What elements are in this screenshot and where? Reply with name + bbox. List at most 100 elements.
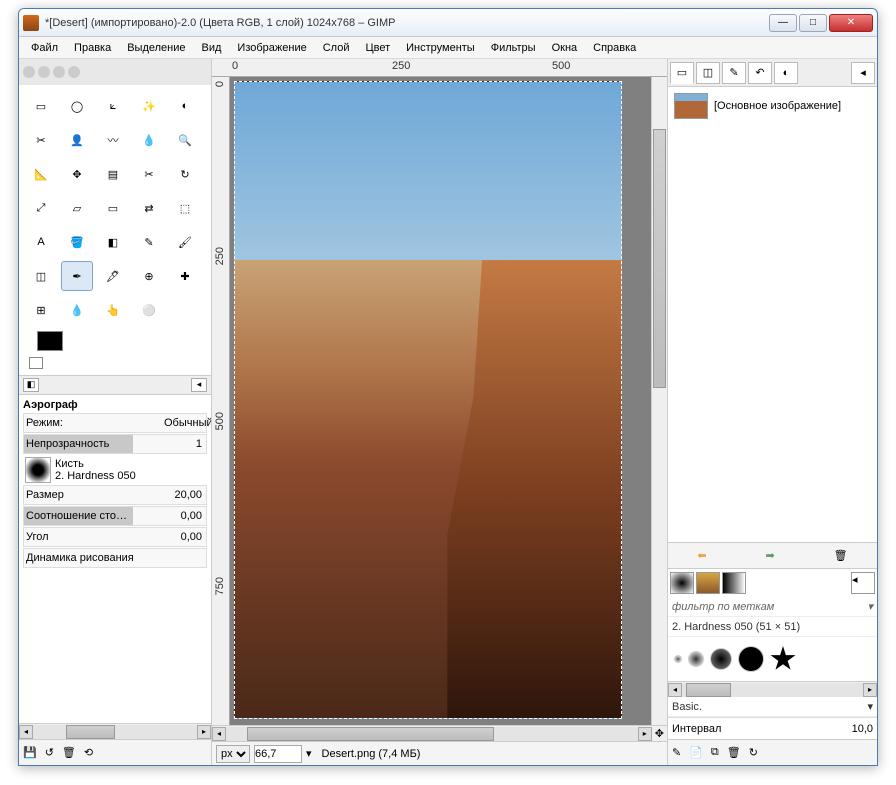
tool-color-picker[interactable]: 💧 [133,125,165,155]
angle-value[interactable]: 0,00 [164,531,206,543]
menu-windows[interactable]: Окна [546,40,584,56]
tool-align[interactable]: ▤ [97,159,129,189]
paths-tab-icon[interactable]: ✎ [722,62,746,84]
layer-name[interactable]: [Основное изображение] [714,100,841,112]
dock-menu-icon[interactable]: ◂ [851,572,875,594]
tool-perspective-clone[interactable]: ⊞ [25,295,57,325]
edit-brush-icon[interactable]: ✎ [672,746,681,759]
canvas-hscroll[interactable]: ◂▸ ✥ [212,725,667,741]
tool-airbrush[interactable]: ✒ [61,261,93,291]
delete-layer-icon[interactable]: 🗑 [834,549,848,562]
interval-value[interactable]: 10,0 [827,723,873,735]
save-preset-icon[interactable]: 💾 [23,746,37,759]
mode-select[interactable]: Обычный [164,417,206,429]
vertical-ruler[interactable]: 0 250 500 750 [212,77,230,725]
brush-item[interactable] [770,646,796,672]
menu-image[interactable]: Изображение [231,40,312,56]
tool-blur[interactable]: 💧 [61,295,93,325]
brush-filter-input[interactable]: фильтр по меткам [672,601,774,613]
histogram-tab-icon[interactable]: ◐ [774,62,798,84]
tool-wand[interactable]: ✨ [133,91,165,121]
channels-tab-icon[interactable]: ◫ [696,62,720,84]
next-layer-icon[interactable]: ➡ [766,549,775,562]
size-value[interactable]: 20,00 [164,489,206,501]
menu-tools[interactable]: Инструменты [400,40,481,56]
menu-select[interactable]: Выделение [121,40,191,56]
tool-ellipse-select[interactable]: ◯ [61,91,93,121]
tool-rotate[interactable]: ↻ [169,159,201,189]
recent-colors[interactable] [19,59,211,85]
navigate-icon[interactable]: ✥ [652,727,667,740]
menu-color[interactable]: Цвет [359,40,396,56]
tool-heal[interactable]: ✚ [169,261,201,291]
tool-cage[interactable]: ⬚ [169,193,201,223]
tool-scissors[interactable]: ✂ [25,125,57,155]
duplicate-brush-icon[interactable]: ⧉ [711,746,719,759]
tool-scale[interactable]: ⤢ [25,193,57,223]
background-color[interactable] [29,357,43,369]
brush-hscroll[interactable]: ◂▸ [668,681,877,697]
new-brush-icon[interactable]: 📄 [689,746,703,759]
tool-pencil[interactable]: ✎ [133,227,165,257]
delete-preset-icon[interactable]: 🗑 [62,746,76,759]
tool-dodge[interactable]: ⚪ [133,295,165,325]
menu-layer[interactable]: Слой [317,40,356,56]
ratio-value[interactable]: 0,00 [164,510,206,522]
color-swatches[interactable] [29,331,73,369]
tool-move[interactable]: ✥ [61,159,93,189]
tool-bucket[interactable]: 🪣 [61,227,93,257]
tool-measure[interactable]: 📐 [25,159,57,189]
layer-row[interactable]: [Основное изображение] [672,91,873,121]
titlebar[interactable]: *[Desert] (импортировано)-2.0 (Цвета RGB… [19,9,877,37]
brush-item[interactable] [674,655,682,663]
close-button[interactable]: ✕ [829,14,873,32]
brush-item[interactable] [710,648,732,670]
dock-menu-icon[interactable]: ◂ [191,378,207,392]
canvas-vscroll[interactable] [651,77,667,725]
menu-filters[interactable]: Фильтры [485,40,542,56]
tool-perspective[interactable]: ▭ [97,193,129,223]
image-display[interactable] [234,81,622,719]
layer-thumbnail[interactable] [674,93,708,119]
brush-item[interactable] [738,646,764,672]
delete-brush-icon[interactable]: 🗑 [727,746,741,759]
brush-grid[interactable] [668,637,877,681]
tool-blend[interactable]: ◧ [97,227,129,257]
tool-text[interactable]: A [25,227,57,257]
tool-paths[interactable]: 〰 [97,125,129,155]
tool-shear[interactable]: ▱ [61,193,93,223]
tool-eraser[interactable]: ◫ [25,261,57,291]
canvas[interactable] [230,77,651,725]
tool-zoom[interactable]: 🔍 [169,125,201,155]
tool-clone[interactable]: ⊕ [133,261,165,291]
brush-item[interactable] [688,651,704,667]
left-hscroll[interactable]: ◂▸ [19,723,211,739]
tool-foreground-select[interactable]: 👤 [61,125,93,155]
reset-preset-icon[interactable]: ⟲ [84,746,93,759]
refresh-brush-icon[interactable]: ↻ [749,746,758,759]
tool-color-select[interactable]: ◐ [169,91,201,121]
tool-rect-select[interactable]: ▭ [25,91,57,121]
tool-lasso[interactable]: ⟀ [97,91,129,121]
horizontal-ruler[interactable]: 0 250 500 [212,59,667,77]
brushes-tab-icon[interactable] [670,572,694,594]
tool-brush[interactable]: 🖌 [169,227,201,257]
opacity-value[interactable]: 1 [164,438,206,450]
zoom-input[interactable] [254,745,302,763]
tool-ink[interactable]: 🖋 [97,261,129,291]
unit-select[interactable]: px [216,745,250,763]
dock-menu-icon[interactable]: ◂ [851,62,875,84]
tool-flip[interactable]: ⇄ [133,193,165,223]
menu-view[interactable]: Вид [196,40,228,56]
brush-preview-icon[interactable] [25,457,51,483]
undo-tab-icon[interactable]: ↶ [748,62,772,84]
prev-layer-icon[interactable]: ⬅ [697,549,706,562]
gradients-tab-icon[interactable] [722,572,746,594]
maximize-button[interactable]: □ [799,14,827,32]
restore-preset-icon[interactable]: ↺ [45,746,54,759]
foreground-color[interactable] [37,331,63,351]
menu-file[interactable]: Файл [25,40,64,56]
tool-options-tab[interactable]: ◧ [23,378,39,392]
layers-tab-icon[interactable]: ▭ [670,62,694,84]
menu-help[interactable]: Справка [587,40,642,56]
